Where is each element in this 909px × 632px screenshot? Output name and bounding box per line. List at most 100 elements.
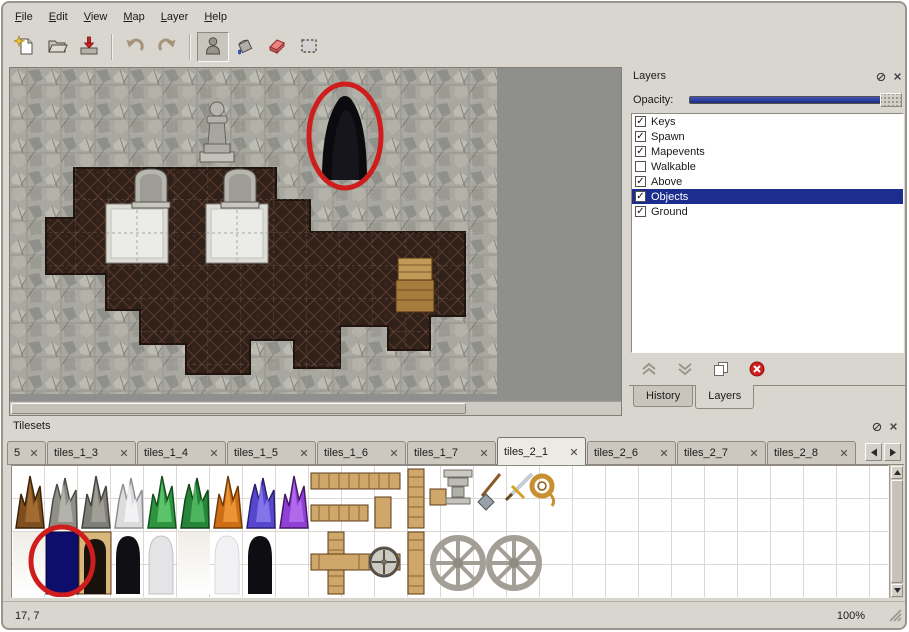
open-button[interactable] <box>41 32 73 62</box>
layer-checkbox[interactable]: ✓ <box>635 176 646 187</box>
undo-button[interactable] <box>119 32 151 62</box>
tileset-tab-active[interactable]: tiles_2_1 <box>497 437 586 465</box>
opacity-slider[interactable] <box>689 93 902 107</box>
tileset-tab[interactable]: 5 <box>7 441 46 464</box>
scroll-tabs-left-icon[interactable] <box>865 443 882 461</box>
paint-bucket-icon <box>234 35 256 60</box>
raise-layer-icon <box>641 362 657 379</box>
duplicate-layer-button[interactable] <box>709 361 733 379</box>
cursor-coordinates: 17, 7 <box>15 610 39 622</box>
new-file-button[interactable] <box>9 32 41 62</box>
layer-row-objects[interactable]: ✓ Objects <box>632 189 903 204</box>
layer-checkbox[interactable]: ✓ <box>635 116 646 127</box>
close-panel-icon[interactable] <box>891 70 904 83</box>
tileset-tab[interactable]: tiles_2_6 <box>587 441 676 464</box>
close-tab-icon[interactable] <box>659 448 669 458</box>
close-tab-icon[interactable] <box>209 448 219 458</box>
layer-label: Keys <box>651 116 675 128</box>
layer-row-mapevents[interactable]: ✓ Mapevents <box>632 144 903 159</box>
close-tab-icon[interactable] <box>119 448 129 458</box>
layer-row-spawn[interactable]: ✓ Spawn <box>632 129 903 144</box>
tab-layers[interactable]: Layers <box>695 385 754 409</box>
toolbar <box>9 29 901 65</box>
tileset-tabbar: 5 tiles_1_3 tiles_1_4 tiles_1_5 tiles_1_… <box>7 437 904 465</box>
close-tab-icon[interactable] <box>299 448 309 458</box>
layer-checkbox[interactable]: ✓ <box>635 146 646 157</box>
scroll-down-icon[interactable] <box>891 584 903 597</box>
close-tab-icon[interactable] <box>569 447 579 457</box>
close-panel-icon[interactable] <box>887 420 900 433</box>
menu-layer[interactable]: Layer <box>153 7 197 27</box>
layer-checkbox[interactable]: ✓ <box>635 206 646 217</box>
scroll-tabs-right-icon[interactable] <box>884 443 901 461</box>
menu-bar: File Edit View Map Layer Help <box>7 7 901 27</box>
tileset-tab[interactable]: tiles_1_3 <box>47 441 136 464</box>
delete-layer-button[interactable] <box>745 361 769 379</box>
layer-checkbox[interactable]: ✓ <box>635 131 646 142</box>
panel-tabstrip: History Layers <box>629 385 906 409</box>
redo-button[interactable] <box>151 32 183 62</box>
menu-help[interactable]: Help <box>196 7 235 27</box>
menu-view[interactable]: View <box>76 7 116 27</box>
layer-label: Spawn <box>651 131 685 143</box>
map-horizontal-scrollbar[interactable] <box>10 401 621 415</box>
scrollbar-thumb[interactable] <box>891 480 903 583</box>
layer-label: Walkable <box>651 161 696 173</box>
opacity-label: Opacity: <box>633 94 673 106</box>
opacity-slider-handle[interactable] <box>880 93 902 107</box>
menu-map[interactable]: Map <box>115 7 152 27</box>
eraser-icon <box>266 35 288 60</box>
menu-edit[interactable]: Edit <box>41 7 76 27</box>
layer-checkbox[interactable] <box>635 161 646 172</box>
layer-label: Above <box>651 176 682 188</box>
toolbar-separator <box>111 34 113 60</box>
tab-history[interactable]: History <box>633 386 693 407</box>
app-window: File Edit View Map Layer Help <box>1 1 907 630</box>
float-panel-icon[interactable] <box>874 70 887 83</box>
raise-layer-button[interactable] <box>637 361 661 379</box>
layers-panel-title: Layers <box>633 70 666 82</box>
close-tab-icon[interactable] <box>749 448 759 458</box>
save-button[interactable] <box>73 32 105 62</box>
rect-select-tool-button[interactable] <box>293 32 325 62</box>
tileset-tab[interactable]: tiles_1_4 <box>137 441 226 464</box>
tileset-tab[interactable]: tiles_1_7 <box>407 441 496 464</box>
close-tab-icon[interactable] <box>839 448 849 458</box>
resize-grip-icon[interactable] <box>889 609 902 625</box>
layer-row-keys[interactable]: ✓ Keys <box>632 114 903 129</box>
float-panel-icon[interactable] <box>870 420 883 433</box>
tileset-tab[interactable]: tiles_2_8 <box>767 441 856 464</box>
scrollbar-thumb[interactable] <box>11 403 466 414</box>
tileset-vertical-scrollbar[interactable] <box>889 465 903 598</box>
tileset-tab[interactable]: tiles_2_7 <box>677 441 766 464</box>
tileset-tab[interactable]: tiles_1_6 <box>317 441 406 464</box>
person-stamp-icon <box>202 35 224 60</box>
eraser-tool-button[interactable] <box>261 32 293 62</box>
redo-icon <box>156 35 178 60</box>
tileset-canvas[interactable] <box>11 465 889 598</box>
lower-layer-button[interactable] <box>673 361 697 379</box>
new-file-icon <box>14 35 36 60</box>
close-tab-icon[interactable] <box>389 448 399 458</box>
close-tab-icon[interactable] <box>479 448 489 458</box>
tilesets-panel-title: Tilesets <box>13 420 51 432</box>
layer-row-above[interactable]: ✓ Above <box>632 174 903 189</box>
map-viewport[interactable] <box>9 67 622 416</box>
duplicate-layer-icon <box>713 361 729 380</box>
layer-label: Mapevents <box>651 146 705 158</box>
close-tab-icon[interactable] <box>29 448 39 458</box>
layer-label: Ground <box>651 206 688 218</box>
fill-tool-button[interactable] <box>229 32 261 62</box>
object-stamp-tool-button[interactable] <box>197 32 229 62</box>
open-folder-icon <box>46 35 68 60</box>
selection-rect-icon <box>298 35 320 60</box>
map-render <box>10 68 621 402</box>
layer-checkbox[interactable]: ✓ <box>635 191 646 202</box>
layer-row-walkable[interactable]: Walkable <box>632 159 903 174</box>
layer-row-ground[interactable]: ✓ Ground <box>632 204 903 219</box>
undo-icon <box>124 35 146 60</box>
menu-file[interactable]: File <box>7 7 41 27</box>
scroll-up-icon[interactable] <box>891 466 903 479</box>
tileset-tab[interactable]: tiles_1_5 <box>227 441 316 464</box>
opacity-slider-groove[interactable] <box>689 96 900 104</box>
